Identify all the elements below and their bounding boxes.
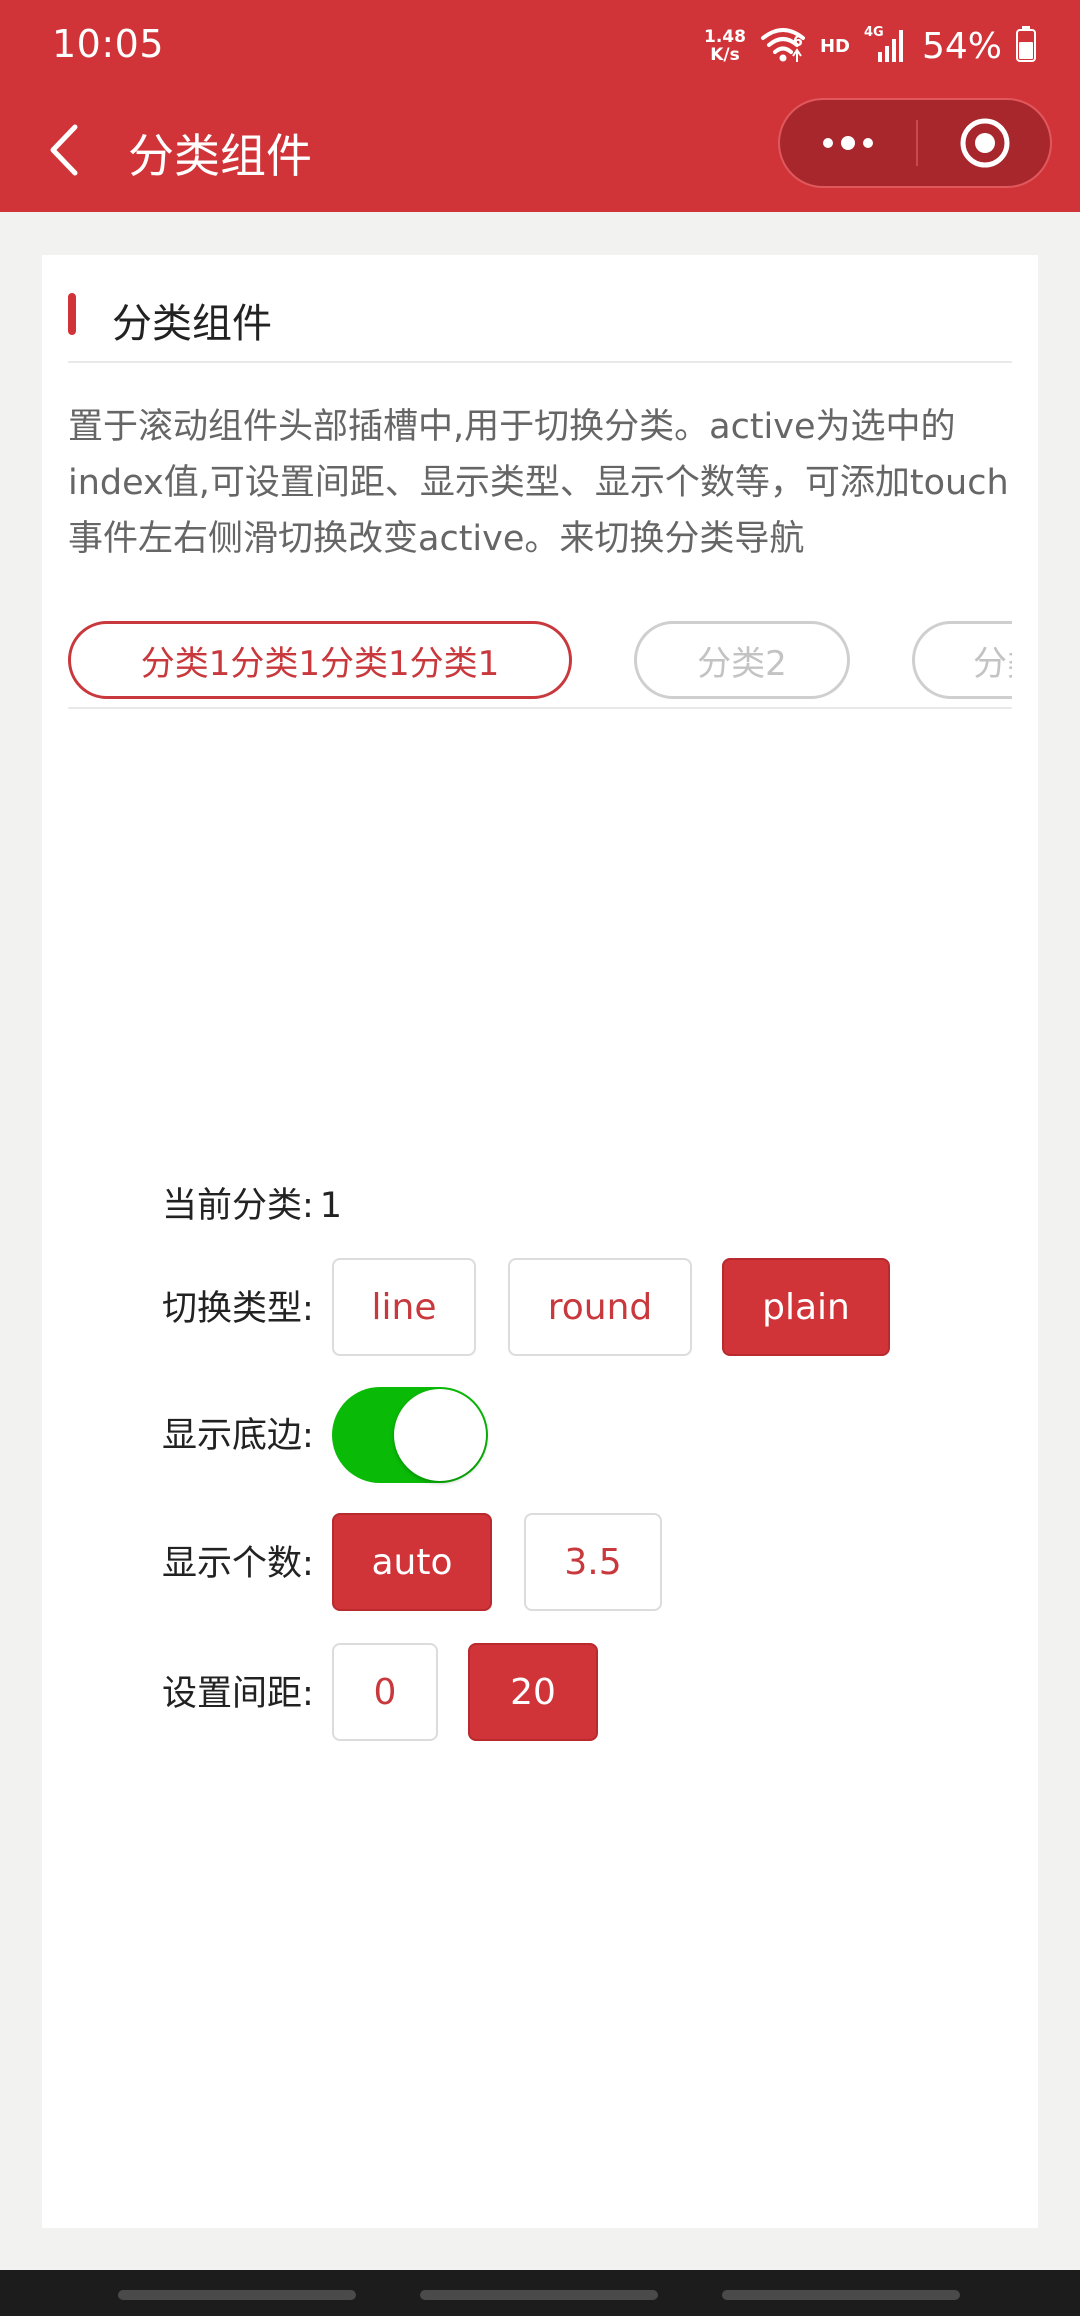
hd-label: HD [819,35,850,57]
mini-program-capsule [778,98,1052,188]
button-label: plain [762,1286,850,1328]
network-type-label: 4G [864,25,884,40]
status-bar: 10:05 1.48 K/s 6 HD 4G 54% [0,0,1080,92]
type-line-button[interactable]: line [332,1258,476,1356]
spacing-label: 设置间距: [162,1674,314,1714]
content-card: 分类组件 置于滚动组件头部插槽中,用于切换分类。active为选中的index值… [42,255,1038,2228]
battery-percent: 54% [921,25,1002,67]
current-category-label: 当前分类: [162,1186,314,1226]
category-tab-2[interactable]: 分类2 [634,621,850,699]
show-count-label: 显示个数: [162,1544,314,1584]
more-dots-icon [823,136,873,150]
navigation-bar: 分类组件 [0,92,1080,212]
type-plain-button[interactable]: plain [722,1258,890,1356]
category-tab-label: 分类2 [697,643,787,684]
category-tab-3[interactable]: 分类3 [912,621,1012,699]
category-tab-1[interactable]: 分类1分类1分类1分类1 [68,621,572,699]
show-border-toggle[interactable] [332,1387,488,1483]
spacing-0-button[interactable]: 0 [332,1643,438,1741]
button-label: round [547,1286,653,1328]
close-mini-program-button[interactable] [918,100,1052,186]
recents-nav-handle[interactable] [118,2290,356,2300]
wifi-badge: 6 [793,34,803,50]
section-accent-bar [68,293,76,335]
button-label: auto [371,1541,453,1583]
section-title: 分类组件 [112,301,272,347]
count-auto-button[interactable]: auto [332,1513,492,1611]
back-nav-handle[interactable] [722,2290,960,2300]
network-speed-unit: K/s [710,45,740,65]
current-category-row: 当前分类: 1 [162,1177,342,1228]
toggle-knob [394,1389,486,1481]
home-nav-handle[interactable] [420,2290,658,2300]
button-label: 20 [510,1671,556,1713]
button-label: line [371,1286,437,1328]
spacing-20-button[interactable]: 20 [468,1643,598,1741]
button-label: 3.5 [564,1541,622,1583]
show-border-label: 显示底边: [162,1416,314,1456]
section-header: 分类组件 [68,281,1012,363]
count-3-5-button[interactable]: 3.5 [524,1513,662,1611]
switch-type-label: 切换类型: [162,1289,314,1329]
battery-icon [1016,26,1036,66]
type-round-button[interactable]: round [508,1258,692,1356]
category-tab-label: 分类1分类1分类1分类1 [140,643,500,684]
network-speed: 1.48 K/s [704,28,746,64]
system-navigation-bar [0,2270,1080,2316]
page-title: 分类组件 [128,129,312,183]
wifi-icon: 6 [760,24,806,68]
signal-icon: 4G [864,24,908,68]
button-label: 0 [373,1671,397,1713]
category-tab-label: 分类3 [973,643,1012,684]
status-time: 10:05 [52,22,165,66]
network-speed-value: 1.48 [704,27,746,47]
section-description: 置于滚动组件头部插槽中,用于切换分类。active为选中的index值,可设置间… [68,407,1009,559]
status-icons: 1.48 K/s 6 HD 4G 54% [704,22,1036,70]
back-button[interactable] [36,114,92,186]
current-category-value: 1 [319,1186,343,1226]
more-button[interactable] [780,100,916,186]
category-tabs: 分类1分类1分类1分类1 分类2 分类3 [68,613,1012,709]
chevron-left-icon [50,124,78,176]
target-icon [960,118,1010,168]
